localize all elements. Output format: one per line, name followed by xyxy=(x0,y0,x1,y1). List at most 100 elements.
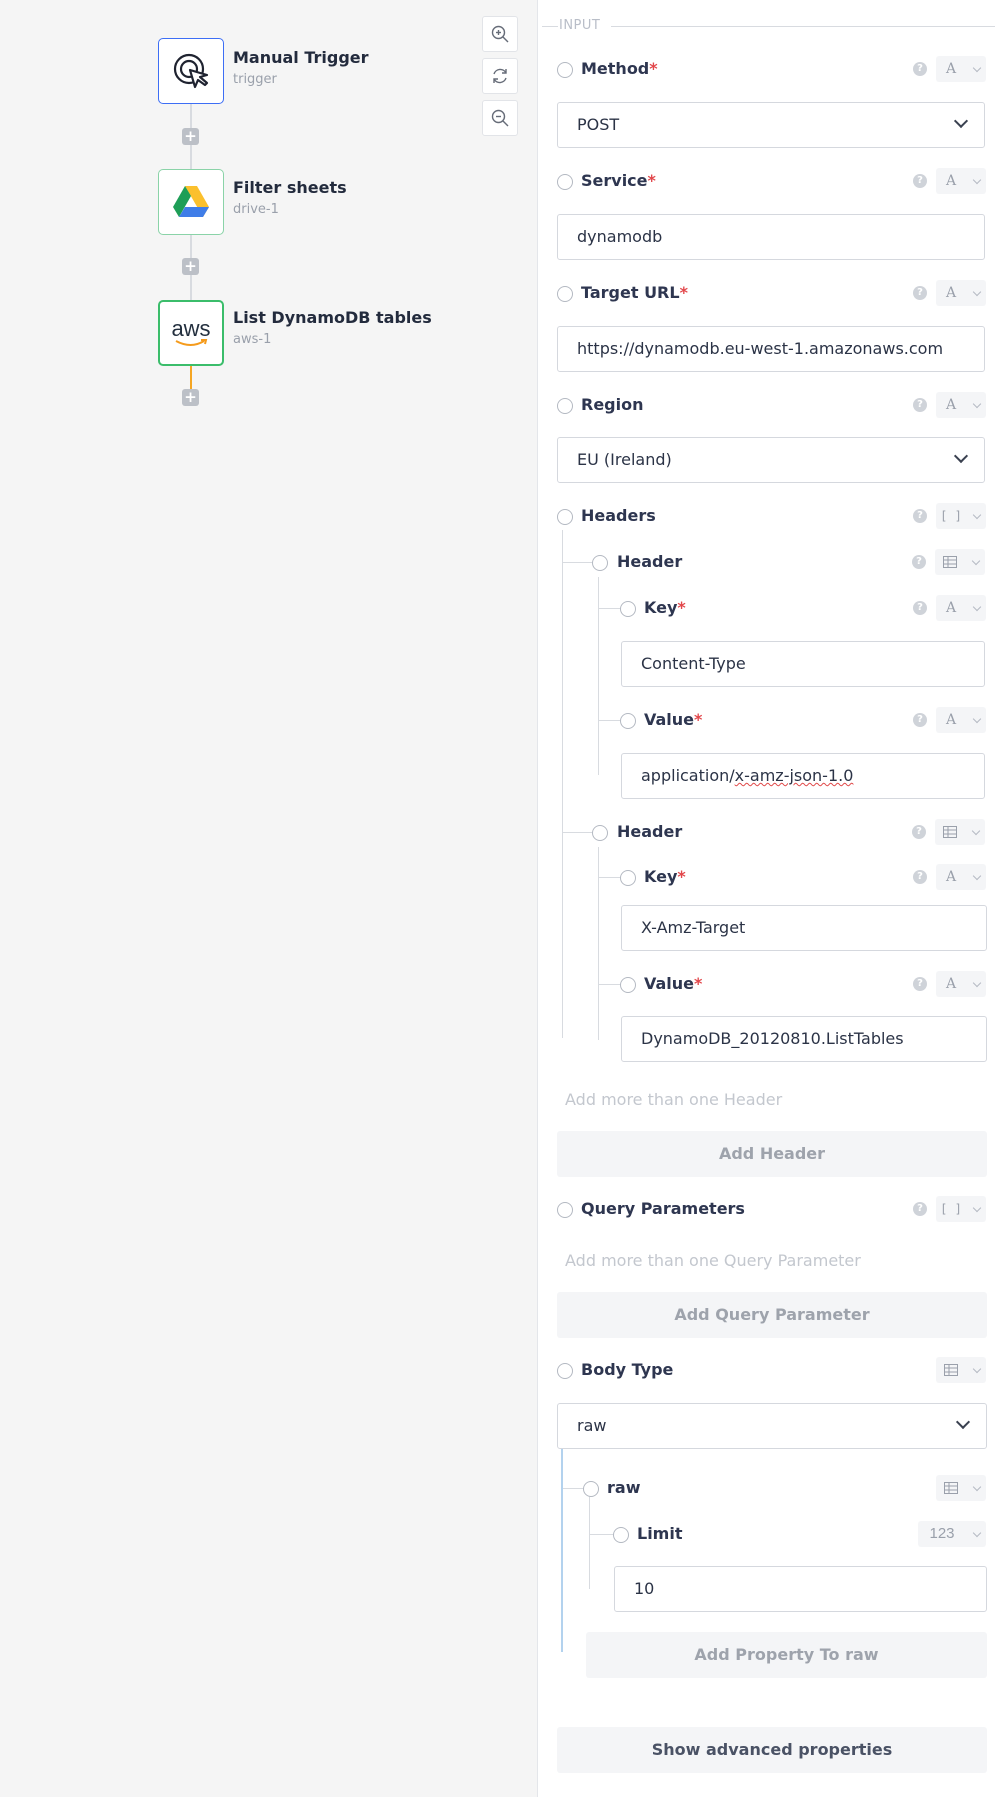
header-value-type-selector[interactable]: A xyxy=(936,707,986,733)
service-input[interactable]: dynamodb xyxy=(557,214,985,260)
zoom-in-icon xyxy=(491,25,509,43)
help-icon[interactable]: ? xyxy=(913,62,927,76)
header-value-input[interactable]: application/x-amz-json-1.0 xyxy=(621,753,985,799)
query-parameters-hint: Add more than one Query Parameter xyxy=(565,1251,861,1270)
connector xyxy=(190,145,192,169)
limit-label: Limit xyxy=(637,1524,683,1543)
chevron-down-icon xyxy=(972,287,982,297)
active-connector xyxy=(190,366,192,390)
region-toggle-radio[interactable] xyxy=(557,398,573,414)
target-url-type-selector[interactable]: A xyxy=(936,280,986,306)
help-icon[interactable]: ? xyxy=(913,174,927,188)
help-icon[interactable]: ? xyxy=(913,713,927,727)
header-value-input[interactable]: DynamoDB_20120810.ListTables xyxy=(621,1016,987,1062)
target-url-toggle-radio[interactable] xyxy=(557,286,573,302)
add-header-button[interactable]: Add Header xyxy=(557,1131,987,1177)
section-divider xyxy=(542,26,558,27)
add-step-button[interactable]: + xyxy=(182,128,199,145)
method-type-selector[interactable]: A xyxy=(936,56,986,82)
chevron-down-icon xyxy=(955,1414,971,1430)
headers-toggle-radio[interactable] xyxy=(557,509,573,525)
node-subtitle: aws-1 xyxy=(233,332,272,347)
tree-branch xyxy=(598,608,620,609)
header-type-selector[interactable] xyxy=(935,819,985,845)
header-key-label: Key* xyxy=(644,598,686,617)
body-type-toggle-radio[interactable] xyxy=(557,1363,573,1379)
body-type-label: Body Type xyxy=(581,1360,674,1379)
zoom-out-button[interactable] xyxy=(482,100,518,136)
node-subtitle: trigger xyxy=(233,72,277,87)
help-icon[interactable]: ? xyxy=(913,977,927,991)
service-toggle-radio[interactable] xyxy=(557,174,573,190)
header-type-selector[interactable] xyxy=(935,549,985,575)
query-parameters-type-selector[interactable]: [ ] xyxy=(936,1196,986,1222)
header-toggle-radio[interactable] xyxy=(592,555,608,571)
limit-input[interactable]: 10 xyxy=(614,1566,987,1612)
help-icon[interactable]: ? xyxy=(913,398,927,412)
limit-type-selector[interactable]: 123 xyxy=(918,1521,986,1547)
node-manual-trigger[interactable] xyxy=(158,38,224,104)
workflow-canvas: Manual Trigger trigger + Filter sheets d… xyxy=(0,0,537,1797)
region-select[interactable]: EU (Ireland) xyxy=(557,437,985,483)
method-toggle-radio[interactable] xyxy=(557,62,573,78)
table-icon xyxy=(944,1364,958,1376)
aws-smile-icon xyxy=(175,339,208,346)
refresh-button[interactable] xyxy=(482,58,518,94)
header-key-input[interactable]: X-Amz-Target xyxy=(621,905,987,951)
service-label: Service* xyxy=(581,171,656,190)
header-value-toggle-radio[interactable] xyxy=(620,977,636,993)
header-value-toggle-radio[interactable] xyxy=(620,713,636,729)
add-query-parameter-button[interactable]: Add Query Parameter xyxy=(557,1292,987,1338)
raw-type-selector[interactable] xyxy=(936,1475,986,1501)
body-type-type-selector[interactable] xyxy=(936,1357,986,1383)
method-select[interactable]: POST xyxy=(557,102,985,148)
header-key-input[interactable]: Content-Type xyxy=(621,641,985,687)
header-key-toggle-radio[interactable] xyxy=(620,870,636,886)
help-icon[interactable]: ? xyxy=(913,870,927,884)
add-property-to-raw-button[interactable]: Add Property To raw xyxy=(586,1632,987,1678)
google-drive-icon xyxy=(173,186,209,217)
body-tree-line xyxy=(561,1449,563,1652)
target-url-input[interactable]: https://dynamodb.eu-west-1.amazonaws.com xyxy=(557,326,985,372)
zoom-out-icon xyxy=(491,109,509,127)
node-filter-sheets[interactable] xyxy=(158,169,224,235)
cursor-click-icon xyxy=(173,53,209,89)
header-key-type-selector[interactable]: A xyxy=(936,864,986,890)
region-type-selector[interactable]: A xyxy=(936,392,986,418)
method-label: Method* xyxy=(581,59,658,78)
header-value-type-selector[interactable]: A xyxy=(936,971,986,997)
headers-type-selector[interactable]: [ ] xyxy=(936,503,986,529)
chevron-down-icon xyxy=(972,714,982,724)
add-step-button[interactable]: + xyxy=(182,389,199,406)
header-key-label: Key* xyxy=(644,867,686,886)
chevron-down-icon xyxy=(972,871,982,881)
help-icon[interactable]: ? xyxy=(913,286,927,300)
tree-line xyxy=(598,847,599,1040)
header-key-type-selector[interactable]: A xyxy=(936,595,986,621)
service-type-selector[interactable]: A xyxy=(936,168,986,194)
header-label: Header xyxy=(617,822,683,841)
limit-toggle-radio[interactable] xyxy=(613,1527,629,1543)
chevron-down-icon xyxy=(953,113,969,129)
tree-branch xyxy=(562,832,592,833)
tree-branch xyxy=(598,720,620,721)
table-icon xyxy=(944,1482,958,1494)
help-icon[interactable]: ? xyxy=(912,555,926,569)
help-icon[interactable]: ? xyxy=(913,1202,927,1216)
zoom-in-button[interactable] xyxy=(482,16,518,52)
raw-toggle-radio[interactable] xyxy=(583,1481,599,1497)
header-value-label: Value* xyxy=(644,710,703,729)
show-advanced-properties-button[interactable]: Show advanced properties xyxy=(557,1727,987,1773)
help-icon[interactable]: ? xyxy=(913,601,927,615)
help-icon[interactable]: ? xyxy=(913,509,927,523)
node-list-dynamodb-tables[interactable]: aws xyxy=(158,300,224,366)
query-parameters-toggle-radio[interactable] xyxy=(557,1202,573,1218)
body-type-select[interactable]: raw xyxy=(557,1403,987,1449)
properties-panel: INPUT Method* ? A POST Service* ? A dyna… xyxy=(537,0,1000,1797)
header-key-toggle-radio[interactable] xyxy=(620,601,636,617)
section-label: INPUT xyxy=(559,18,601,33)
add-step-button[interactable]: + xyxy=(182,258,199,275)
region-label: Region xyxy=(581,395,644,414)
help-icon[interactable]: ? xyxy=(912,825,926,839)
header-toggle-radio[interactable] xyxy=(592,825,608,841)
